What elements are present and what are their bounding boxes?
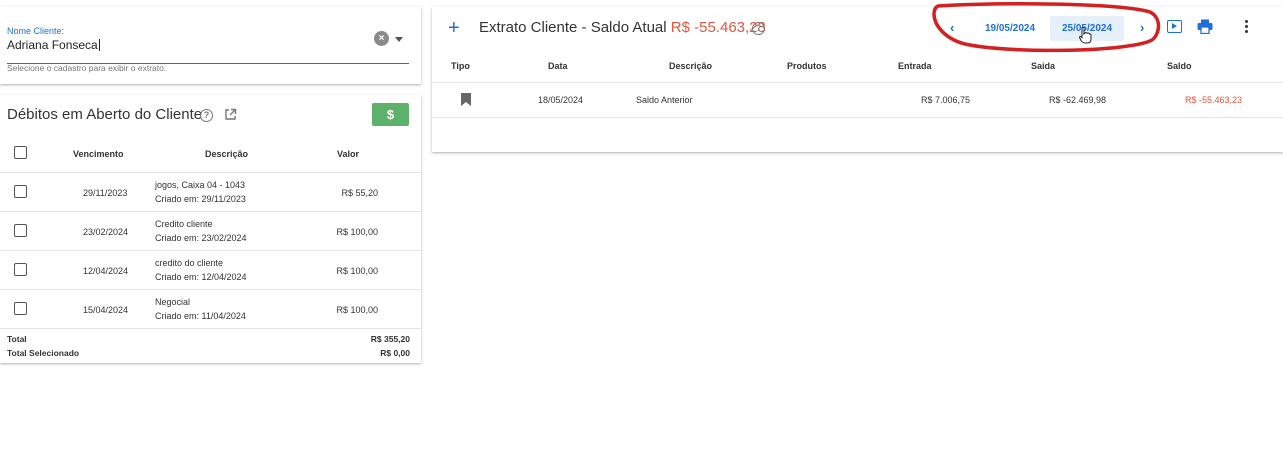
client-search-card: Nome Cliente: Adriana Fonseca × Selecion…	[0, 7, 421, 84]
row-created: Criado em: 23/02/2024	[155, 233, 247, 243]
row-checkbox[interactable]	[14, 185, 27, 198]
table-row[interactable]: 15/04/2024 Negocial Criado em: 11/04/202…	[0, 290, 421, 329]
chevron-down-icon[interactable]	[395, 37, 403, 42]
table-row[interactable]: 18/05/2024 Saldo Anterior R$ 7.006,75 R$…	[432, 83, 1283, 118]
play-icon[interactable]	[1167, 20, 1182, 33]
pay-button[interactable]: $	[372, 103, 409, 126]
client-name-field[interactable]: Nome Cliente: Adriana Fonseca ×	[7, 24, 409, 64]
col-balance: Saldo	[1167, 61, 1192, 71]
col-type: Tipo	[451, 61, 470, 71]
row-description: credito do cliente	[155, 258, 224, 268]
row-checkbox[interactable]	[14, 224, 27, 237]
bookmark-icon	[461, 93, 471, 106]
col-description: Descrição	[205, 149, 249, 159]
open-debits-card: Débitos em Aberto do Cliente ? $ Vencime…	[0, 95, 421, 363]
row-date: 18/05/2024	[538, 95, 584, 105]
text-caret	[98, 39, 100, 51]
client-search-hint: Selecione o cadastro para exibir o extra…	[7, 63, 167, 73]
col-description: Descrição	[669, 61, 713, 71]
prev-period-button[interactable]: ‹	[950, 20, 954, 35]
selected-total-label: Total Selecionado	[7, 348, 80, 358]
next-period-button[interactable]: ›	[1140, 20, 1144, 35]
row-due: 12/04/2024	[83, 266, 129, 276]
help-icon[interactable]: ?	[200, 109, 213, 122]
row-balance: R$ -55.463,23	[1185, 95, 1243, 105]
total-value: R$ 355,20	[370, 334, 410, 344]
debits-table-header: Vencimento Descrição Valor	[0, 135, 421, 173]
add-icon[interactable]: +	[448, 18, 460, 38]
col-value: Valor	[337, 149, 360, 159]
client-name-label: Nome Cliente:	[7, 26, 65, 36]
selected-total-line: Total Selecionado R$ 0,00	[7, 348, 410, 358]
more-options-icon[interactable]	[1245, 20, 1249, 35]
hand-cursor-icon	[1079, 27, 1092, 44]
table-row[interactable]: 29/11/2023 jogos, Caixa 04 - 1043 Criado…	[0, 173, 421, 212]
clear-icon[interactable]: ×	[374, 31, 389, 46]
start-date-button[interactable]: 19/05/2024	[976, 16, 1044, 41]
row-description: Negocial	[155, 297, 191, 307]
col-date: Data	[548, 61, 568, 71]
row-description: Credito cliente	[155, 219, 213, 229]
row-value: R$ 55,20	[341, 188, 378, 198]
statement-title: Extrato Cliente - Saldo Atual	[479, 19, 667, 36]
select-all-checkbox[interactable]	[14, 146, 27, 159]
total-line: Total R$ 355,20	[7, 334, 410, 344]
row-created: Criado em: 29/11/2023	[155, 194, 246, 204]
print-icon[interactable]	[1197, 19, 1213, 34]
row-created: Criado em: 11/04/2024	[155, 311, 246, 321]
help-icon[interactable]: ?	[752, 22, 765, 35]
row-description: Saldo Anterior	[636, 95, 693, 105]
col-in: Entrada	[898, 61, 932, 71]
col-out: Saída	[1031, 61, 1056, 71]
row-value: R$ 100,00	[336, 305, 378, 315]
table-row[interactable]: 23/02/2024 Credito cliente Criado em: 23…	[0, 212, 421, 251]
row-due: 23/02/2024	[83, 227, 129, 237]
row-checkbox[interactable]	[14, 263, 27, 276]
total-label: Total	[7, 334, 27, 344]
row-checkbox[interactable]	[14, 302, 27, 315]
row-value: R$ 100,00	[336, 227, 378, 237]
debits-title: Débitos em Aberto do Cliente	[7, 106, 203, 123]
row-created: Criado em: 12/04/2024	[155, 272, 247, 282]
row-due: 15/04/2024	[83, 305, 129, 315]
statement-card: + Extrato Cliente - Saldo Atual R$ -55.4…	[432, 7, 1283, 152]
statement-table-header: Tipo Data Descrição Produtos Entrada Saí…	[432, 55, 1283, 83]
row-value: R$ 100,00	[336, 266, 378, 276]
row-out: R$ -62.469,98	[1049, 95, 1107, 105]
row-due: 29/11/2023	[83, 188, 128, 198]
selected-total-value: R$ 0,00	[380, 348, 410, 358]
client-name-value: Adriana Fonseca	[7, 38, 98, 52]
col-due: Vencimento	[73, 149, 124, 159]
row-in: R$ 7.006,75	[921, 95, 971, 105]
col-products: Produtos	[787, 61, 827, 71]
row-description: jogos, Caixa 04 - 1043	[155, 180, 246, 190]
table-row[interactable]: 12/04/2024 credito do cliente Criado em:…	[0, 251, 421, 290]
external-link-icon[interactable]	[224, 108, 237, 121]
